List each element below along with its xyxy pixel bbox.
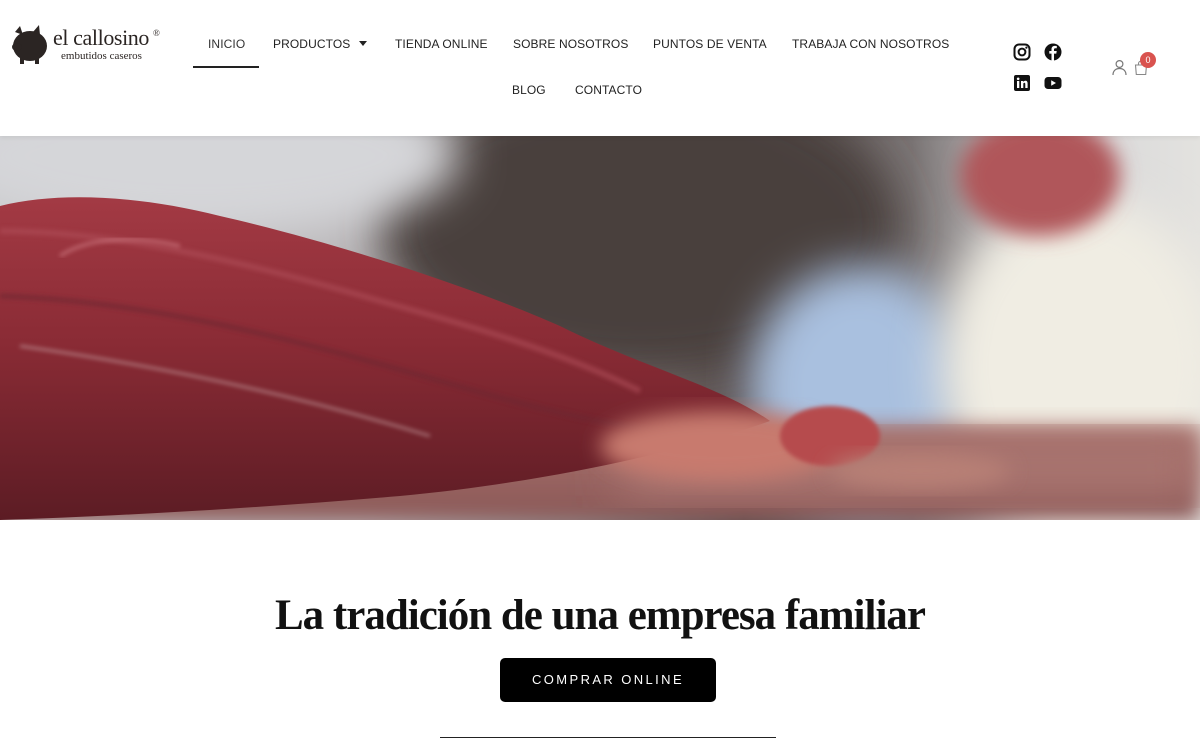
- user-icon[interactable]: [1111, 59, 1128, 76]
- active-nav-underline: [193, 66, 259, 68]
- logo[interactable]: el callosino ® embutidos caseros: [9, 20, 169, 66]
- nav-item-productos-label: PRODUCTOS: [273, 37, 351, 51]
- nav-item-blog[interactable]: BLOG: [512, 80, 546, 100]
- nav-item-tienda-online[interactable]: TIENDA ONLINE: [395, 34, 488, 54]
- page-headline: La tradición de una empresa familiar: [275, 592, 926, 639]
- nav-item-sobre-nosotros[interactable]: SOBRE NOSOTROS: [513, 34, 628, 54]
- site-header: el callosino ® embutidos caseros INICIO …: [0, 0, 1200, 136]
- nav-item-inicio[interactable]: INICIO: [208, 34, 245, 54]
- cart-count-badge[interactable]: 0: [1140, 52, 1156, 68]
- linkedin-icon[interactable]: [1013, 74, 1031, 92]
- youtube-icon[interactable]: [1044, 74, 1062, 92]
- nav-item-productos[interactable]: PRODUCTOS: [273, 34, 368, 54]
- nav-item-puntos-de-venta[interactable]: PUNTOS DE VENTA: [653, 34, 767, 54]
- nav-item-trabaja-con-nosotros[interactable]: TRABAJA CON NOSOTROS: [792, 34, 949, 54]
- caret-down-icon: [359, 41, 368, 46]
- registered-mark: ®: [153, 28, 160, 38]
- pig-logo-icon: [12, 25, 47, 64]
- hero-image: [0, 136, 1200, 520]
- brand-tagline: embutidos caseros: [61, 50, 142, 62]
- nav-item-contacto[interactable]: CONTACTO: [575, 80, 642, 100]
- meat-photo: [0, 136, 1200, 520]
- brand-name: el callosino: [53, 25, 150, 50]
- comprar-online-button[interactable]: COMPRAR ONLINE: [500, 658, 716, 702]
- section-divider: [440, 737, 776, 738]
- instagram-icon[interactable]: [1013, 43, 1031, 61]
- facebook-icon[interactable]: [1044, 43, 1062, 61]
